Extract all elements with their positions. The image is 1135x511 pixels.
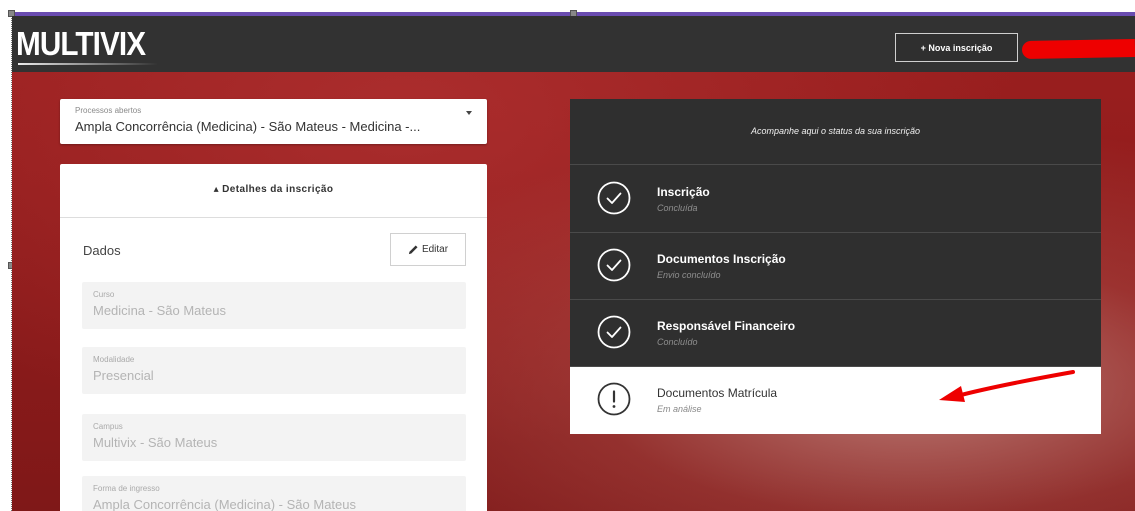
step-title: Inscrição <box>657 185 710 199</box>
red-annotation-arrow <box>939 370 1075 402</box>
edit-button[interactable]: Editar <box>390 233 466 266</box>
campus-field-label: Campus <box>93 422 123 431</box>
check-circle-icon <box>597 315 631 349</box>
step-status: Concluído <box>657 337 698 347</box>
caret-down-icon[interactable] <box>466 111 472 115</box>
multivix-logo[interactable]: MULTIVIX <box>16 25 146 63</box>
step-status: Concluída <box>657 203 698 213</box>
details-title: ▴ Detalhes da inscrição <box>213 184 334 195</box>
status-step-documentos-inscricao[interactable]: Documentos Inscrição Envio concluído <box>570 233 1101 300</box>
details-header[interactable]: ▴ Detalhes da inscrição <box>60 164 487 218</box>
modality-field-label: Modalidade <box>93 355 135 364</box>
pencil-icon <box>408 245 418 255</box>
alert-circle-icon <box>597 382 631 416</box>
red-annotation-highlight <box>1021 39 1135 59</box>
admission-type-field-label: Forma de ingresso <box>93 484 160 493</box>
step-title: Responsável Financeiro <box>657 319 796 333</box>
admission-type-field-value: Ampla Concorrência (Medicina) - São Mate… <box>93 497 356 511</box>
status-step-responsavel-financeiro[interactable]: Responsável Financeiro Concluído <box>570 300 1101 367</box>
campus-field-value: Multivix - São Mateus <box>93 435 218 450</box>
new-enrollment-button[interactable]: + Nova inscrição <box>895 33 1018 62</box>
step-status: Em análise <box>657 404 702 414</box>
edit-button-label: Editar <box>421 244 449 255</box>
open-processes-select[interactable]: Processos abertos Ampla Concorrência (Me… <box>60 99 487 144</box>
check-circle-icon <box>597 248 631 282</box>
status-title: Acompanhe aqui o status da sua inscrição <box>750 126 921 136</box>
step-title: Documentos Inscrição <box>657 252 786 266</box>
enrollment-details-card: ▴ Detalhes da inscrição Dados Editar Cur… <box>60 164 487 511</box>
course-field: Curso Medicina - São Mateus <box>82 282 466 329</box>
top-navigation-bar: MULTIVIX + Nova inscrição <box>12 16 1135 72</box>
logo-underline <box>18 63 158 65</box>
modality-field-value: Presencial <box>93 368 154 383</box>
campus-field: Campus Multivix - São Mateus <box>82 414 466 461</box>
screenshot-frame: MULTIVIX + Nova inscrição Processos aber… <box>0 0 1135 511</box>
data-section-label: Dados <box>83 243 121 258</box>
course-field-value: Medicina - São Mateus <box>93 303 226 318</box>
status-header: Acompanhe aqui o status da sua inscrição <box>570 99 1101 165</box>
admission-type-field: Forma de ingresso Ampla Concorrência (Me… <box>82 476 466 511</box>
select-label: Processos abertos <box>75 106 142 115</box>
select-value: Ampla Concorrência (Medicina) - São Mate… <box>75 119 421 134</box>
step-status: Envio concluído <box>657 270 721 280</box>
status-step-inscricao[interactable]: Inscrição Concluída <box>570 166 1101 233</box>
step-title: Documentos Matrícula <box>657 386 778 400</box>
modality-field: Modalidade Presencial <box>82 347 466 394</box>
check-circle-icon <box>597 181 631 215</box>
course-field-label: Curso <box>93 290 115 299</box>
enrollment-page: MULTIVIX + Nova inscrição Processos aber… <box>12 16 1135 511</box>
